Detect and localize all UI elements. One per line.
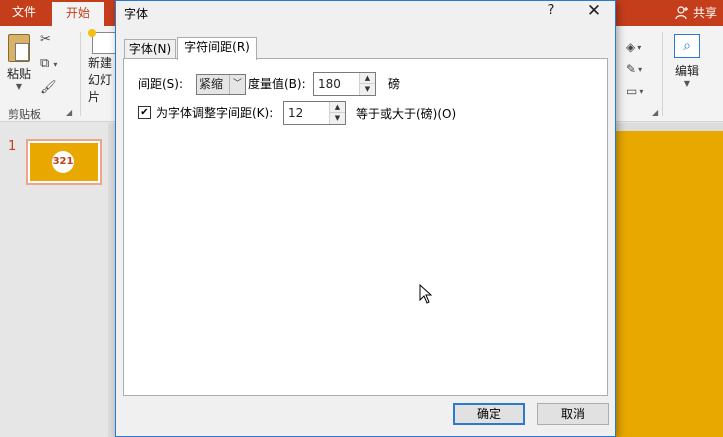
- drawing-tools: ◈ ▾ ✎ ▾ ▭ ▾: [626, 36, 643, 102]
- search-icon: ⌕: [674, 34, 700, 58]
- slide-thumbnail[interactable]: 321: [26, 139, 102, 185]
- editing-button[interactable]: ⌕ 编辑 ▼: [668, 34, 706, 88]
- measure-label: 度量值(B):: [248, 77, 306, 91]
- editing-label: 编辑: [674, 64, 699, 78]
- group-divider: [80, 32, 81, 116]
- kerning-label: 为字体调整字间距(K):: [156, 106, 274, 120]
- kerning-value: 12: [288, 106, 304, 120]
- spacing-value: 紧缩: [199, 77, 224, 91]
- measure-unit: 磅: [388, 77, 401, 91]
- new-slide-button[interactable]: 新建 幻灯片: [88, 29, 116, 105]
- dialog-title: 字体: [124, 7, 149, 21]
- tab-character-spacing[interactable]: 字符间距(R): [177, 37, 257, 60]
- spin-down-icon[interactable]: ▼: [330, 113, 345, 124]
- new-slide-icon: [88, 29, 116, 54]
- slide-thumbnail-pane: 1 321: [0, 123, 108, 437]
- tab-font[interactable]: 字体(N): [124, 39, 176, 59]
- shape-effects-icon: ▭: [626, 84, 638, 98]
- spacing-label: 间距(S):: [138, 77, 184, 91]
- clipboard-icon: [8, 34, 30, 62]
- kerning-spin-buttons: ▲ ▼: [329, 102, 345, 124]
- group-divider: [662, 32, 663, 116]
- new-slide-label-2: 幻灯片: [88, 73, 113, 104]
- spin-up-icon[interactable]: ▲: [330, 102, 345, 113]
- measure-value: 180: [318, 77, 341, 91]
- shape-effects-button[interactable]: ▭ ▾: [626, 80, 643, 102]
- share-button[interactable]: 共享: [675, 0, 717, 26]
- tab-home[interactable]: 开始: [52, 2, 104, 26]
- kerning-spinner[interactable]: 12 ▲ ▼: [283, 101, 346, 125]
- cut-icon[interactable]: ✂: [40, 32, 51, 47]
- shape-fill-button[interactable]: ◈ ▾: [626, 36, 643, 58]
- dialog-launcher-icon[interactable]: ◢: [66, 108, 72, 117]
- new-slide-label-1: 新建: [88, 56, 113, 70]
- cancel-button[interactable]: 取消: [537, 403, 609, 425]
- drawing-launcher-icon[interactable]: ◢: [652, 108, 658, 117]
- spacing-select[interactable]: 紧缩 ﹀: [196, 74, 246, 95]
- format-painter-icon[interactable]: 🖌: [40, 80, 57, 95]
- spin-down-icon[interactable]: ▼: [360, 84, 375, 95]
- character-spacing-panel: 间距(S): 紧缩 ﹀ 度量值(B): 180 ▲ ▼ 磅 ✔ 为字体调整字间距…: [123, 58, 608, 396]
- slide-number: 1: [8, 139, 17, 154]
- clipboard-group-label: 剪贴板: [8, 108, 41, 121]
- close-button[interactable]: ✕: [582, 1, 606, 21]
- ok-button[interactable]: 确定: [453, 403, 525, 425]
- copy-icon[interactable]: ⧉ ▾: [40, 56, 57, 71]
- paste-button[interactable]: 粘贴 ▼: [4, 34, 34, 91]
- paint-bucket-icon: ◈: [626, 40, 636, 54]
- font-dialog: 字体 ? ✕ 字体(N) 字符间距(R) 间距(S): 紧缩 ﹀ 度量值(B):…: [115, 0, 616, 437]
- add-person-icon: [675, 6, 688, 20]
- measure-spinner[interactable]: 180 ▲ ▼: [313, 72, 376, 96]
- spin-up-icon[interactable]: ▲: [360, 73, 375, 84]
- thumbnail-text: 321: [52, 151, 74, 173]
- chevron-down-icon: ﹀: [229, 75, 245, 94]
- kerning-checkbox[interactable]: ✔: [138, 106, 151, 119]
- mouse-pointer-icon: [419, 284, 433, 304]
- pen-icon: ✎: [626, 62, 637, 76]
- shape-outline-button[interactable]: ✎ ▾: [626, 58, 643, 80]
- paste-label: 粘贴: [6, 67, 31, 81]
- chevron-down-icon: ▼: [15, 82, 23, 91]
- kerning-suffix: 等于或大于(磅)(O): [356, 107, 457, 121]
- help-button[interactable]: ?: [542, 3, 560, 18]
- tab-file[interactable]: 文件: [0, 0, 48, 26]
- chevron-down-icon: ▼: [683, 79, 691, 88]
- measure-spin-buttons: ▲ ▼: [359, 73, 375, 95]
- slide-canvas[interactable]: [614, 131, 723, 437]
- share-label: 共享: [692, 6, 717, 20]
